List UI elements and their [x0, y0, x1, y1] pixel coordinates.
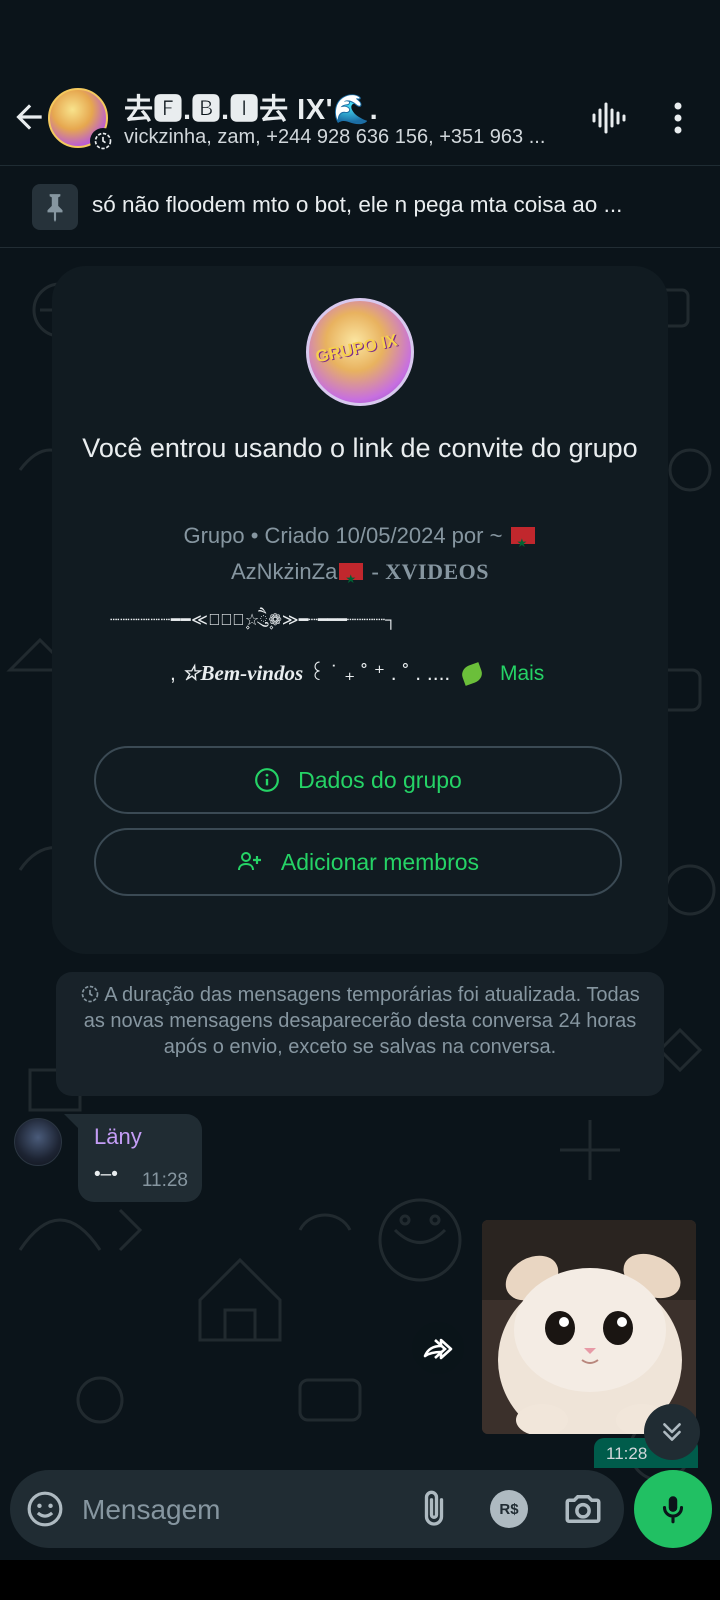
payment-button[interactable]: R$ [490, 1490, 528, 1528]
group-info-button[interactable]: Dados do grupo [94, 746, 622, 814]
description-preview: , ☆Bem-vindos ꒰ ˙ ₊ ˚ ⁺ . ˚ . .... Mais [170, 661, 545, 687]
back-button[interactable] [10, 98, 48, 136]
system-message: A duração das mensagens temporárias foi … [56, 972, 664, 1096]
camera-icon [565, 1495, 601, 1523]
flag-icon [339, 561, 364, 597]
flag-icon [510, 525, 535, 561]
forward-icon [423, 1338, 453, 1360]
chat-header: 去🅵.🅱.🅸去 IX'🌊. vickzinha, zam, +244 928 6… [0, 70, 720, 165]
disappearing-timer-icon [90, 128, 116, 154]
card-meta: Grupo • Criado 10/05/2024 por ~ AzNkżinZ… [82, 518, 638, 597]
voice-message-button[interactable] [634, 1470, 712, 1548]
more-link[interactable]: Mais [500, 662, 544, 685]
message-input[interactable] [82, 1490, 402, 1530]
message-text: •–• [94, 1164, 118, 1185]
emoji-icon [27, 1491, 63, 1527]
avatar-text: GRUPO IX [313, 330, 400, 367]
currency-icon: R$ [499, 1500, 519, 1518]
message-composer: R$ [10, 1470, 624, 1548]
meta-creator-suffix: - XVIDEOS [371, 559, 490, 584]
pinned-message-text: só não floodem mto o bot, ele n pega mta… [92, 192, 623, 217]
welcome-text: ☆Bem-vindos [181, 661, 304, 685]
group-info-label: Dados do grupo [298, 766, 462, 793]
add-person-icon [237, 852, 261, 871]
status-bar [0, 0, 720, 70]
sender-name[interactable]: Läny [94, 1124, 142, 1150]
double-chevron-down-icon [663, 1423, 681, 1441]
sender-avatar[interactable] [14, 1118, 62, 1166]
outgoing-time: 11:28 [606, 1444, 648, 1463]
audio-waveform-icon [592, 102, 626, 134]
meta-creator-name: AzNkżinZa [230, 559, 338, 584]
paperclip-icon [424, 1490, 444, 1526]
disappearing-timer-icon [81, 985, 99, 1003]
camera-button[interactable] [562, 1488, 604, 1530]
add-members-label: Adicionar membros [280, 848, 480, 875]
scroll-to-bottom-button[interactable] [644, 1404, 700, 1460]
welcome-tail: ꒰ ˙ ₊ ˚ ⁺ . ˚ . .... [309, 662, 451, 685]
group-avatar[interactable] [48, 88, 116, 154]
meta-created: Grupo • Criado 10/05/2024 por ~ [183, 523, 503, 548]
system-message-text: A duração das mensagens temporárias foi … [83, 984, 640, 1058]
voice-chat-button[interactable] [588, 98, 628, 138]
pinned-message-bar[interactable]: só não floodem mto o bot, ele n pega mta… [0, 166, 720, 248]
group-members[interactable]: vickzinha, zam, +244 928 636 156, +351 9… [124, 126, 545, 149]
more-vertical-icon [674, 102, 682, 134]
description-decoration: ┈┈┈┈┈┈━━≪❁ཻུ۪۪☆ཻུ۪۪❁≫━┈━━━┈┈┈┈┐ [110, 612, 397, 629]
more-options-button[interactable] [668, 100, 688, 140]
arrow-left-icon [16, 104, 42, 130]
card-group-avatar[interactable]: GRUPO IX [306, 298, 414, 406]
message-time: 11:28 [141, 1170, 188, 1191]
incoming-message[interactable]: Läny •–• 11:28 [78, 1114, 202, 1202]
emoji-button[interactable] [26, 1490, 64, 1528]
microphone-icon [662, 1496, 684, 1524]
system-nav-bar [0, 1560, 720, 1600]
info-icon [255, 768, 280, 792]
leaf-icon [459, 662, 485, 687]
card-title: Você entrou usando o link de convite do … [82, 433, 638, 463]
group-info-card: GRUPO IX Você entrou usando o link de co… [52, 266, 668, 954]
add-members-button[interactable]: Adicionar membros [94, 828, 622, 896]
attach-button[interactable] [414, 1488, 454, 1530]
kitten-sticker-image[interactable] [482, 1220, 696, 1434]
group-title[interactable]: 去🅵.🅱.🅸去 IX'🌊. [124, 86, 378, 128]
screen: 去🅵.🅱.🅸去 IX'🌊. vickzinha, zam, +244 928 6… [0, 0, 720, 1600]
forward-button[interactable] [412, 1322, 464, 1374]
pin-icon [32, 184, 78, 230]
